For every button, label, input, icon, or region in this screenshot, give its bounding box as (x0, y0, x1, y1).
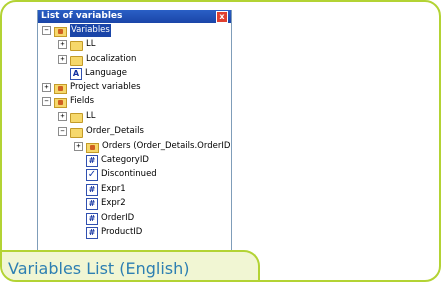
folder-icon (70, 127, 83, 138)
folder-database-icon (54, 97, 67, 108)
tree-item-order-details[interactable]: − Order_Details (58, 125, 144, 138)
tree-item-label: CategoryID (101, 155, 149, 165)
tree-item-project-variables[interactable]: + Project variables (42, 81, 141, 94)
tree-item-ll[interactable]: + LL (58, 38, 95, 51)
tree-item-localization[interactable]: + Localization (58, 53, 136, 66)
tree-item-label: LL (86, 111, 96, 121)
tree-item-discontinued[interactable]: ✓ Discontinued (74, 168, 157, 181)
tree-item-language[interactable]: A Language (58, 67, 127, 80)
collapse-icon[interactable]: − (58, 127, 67, 136)
tree-item-label: Order_Details (86, 126, 144, 136)
tree-item-orderid[interactable]: # OrderID (74, 212, 134, 225)
caption-text: Variables List (English) (8, 259, 190, 278)
expand-icon[interactable]: + (58, 55, 67, 64)
tree-item-label: Variables (70, 24, 111, 37)
tree-item-label: Language (85, 68, 127, 78)
panel-title: List of variables (41, 11, 123, 21)
tree-item-label: ProductID (101, 227, 143, 237)
tree-item-expr2[interactable]: # Expr2 (74, 197, 126, 210)
tree-item-label: Project variables (70, 82, 141, 92)
close-button[interactable]: x (216, 11, 228, 23)
folder-icon (70, 112, 83, 123)
tree-item-fields[interactable]: − Fields (42, 95, 94, 108)
tree-item-label: Expr1 (101, 184, 126, 194)
variables-panel: List of variables x − Variables + LL + L… (37, 10, 232, 278)
screenshot-frame: List of variables x − Variables + LL + L… (0, 0, 441, 282)
tree-item-categoryid[interactable]: # CategoryID (74, 154, 149, 167)
tree-item-label: Localization (86, 54, 137, 64)
text-variable-icon: A (70, 67, 82, 80)
tree-item-label: Fields (70, 96, 95, 106)
boolean-field-icon: ✓ (86, 168, 98, 181)
folder-database-icon (54, 26, 67, 37)
folder-icon (70, 40, 83, 51)
numeric-field-icon: # (86, 197, 98, 210)
numeric-field-icon: # (86, 154, 98, 167)
expand-icon[interactable]: + (42, 83, 51, 92)
numeric-field-icon: # (86, 226, 98, 239)
tree-item-productid[interactable]: # ProductID (74, 226, 142, 239)
folder-icon (70, 55, 83, 66)
tree-item-label: OrderID (101, 213, 135, 223)
panel-titlebar: List of variables x (38, 10, 231, 23)
collapse-icon[interactable]: − (42, 26, 51, 35)
tree-item-variables[interactable]: − Variables (42, 24, 111, 37)
expand-icon[interactable]: + (58, 40, 67, 49)
collapse-icon[interactable]: − (42, 97, 51, 106)
tree-item-label: Orders (Order_Details.OrderID (102, 141, 231, 151)
caption-box: Variables List (English) (2, 250, 260, 280)
tree-item-expr1[interactable]: # Expr1 (74, 183, 126, 196)
tree-item-fields-ll[interactable]: + LL (58, 110, 95, 123)
expand-icon[interactable]: + (74, 142, 83, 151)
numeric-field-icon: # (86, 212, 98, 225)
numeric-field-icon: # (86, 183, 98, 196)
tree-item-orders[interactable]: + Orders (Order_Details.OrderID (74, 140, 230, 153)
tree-item-label: Expr2 (101, 198, 126, 208)
folder-database-icon (54, 83, 67, 94)
folder-database-icon (86, 142, 99, 153)
tree-item-label: LL (86, 39, 96, 49)
expand-icon[interactable]: + (58, 112, 67, 121)
tree-item-label: Discontinued (101, 169, 157, 179)
